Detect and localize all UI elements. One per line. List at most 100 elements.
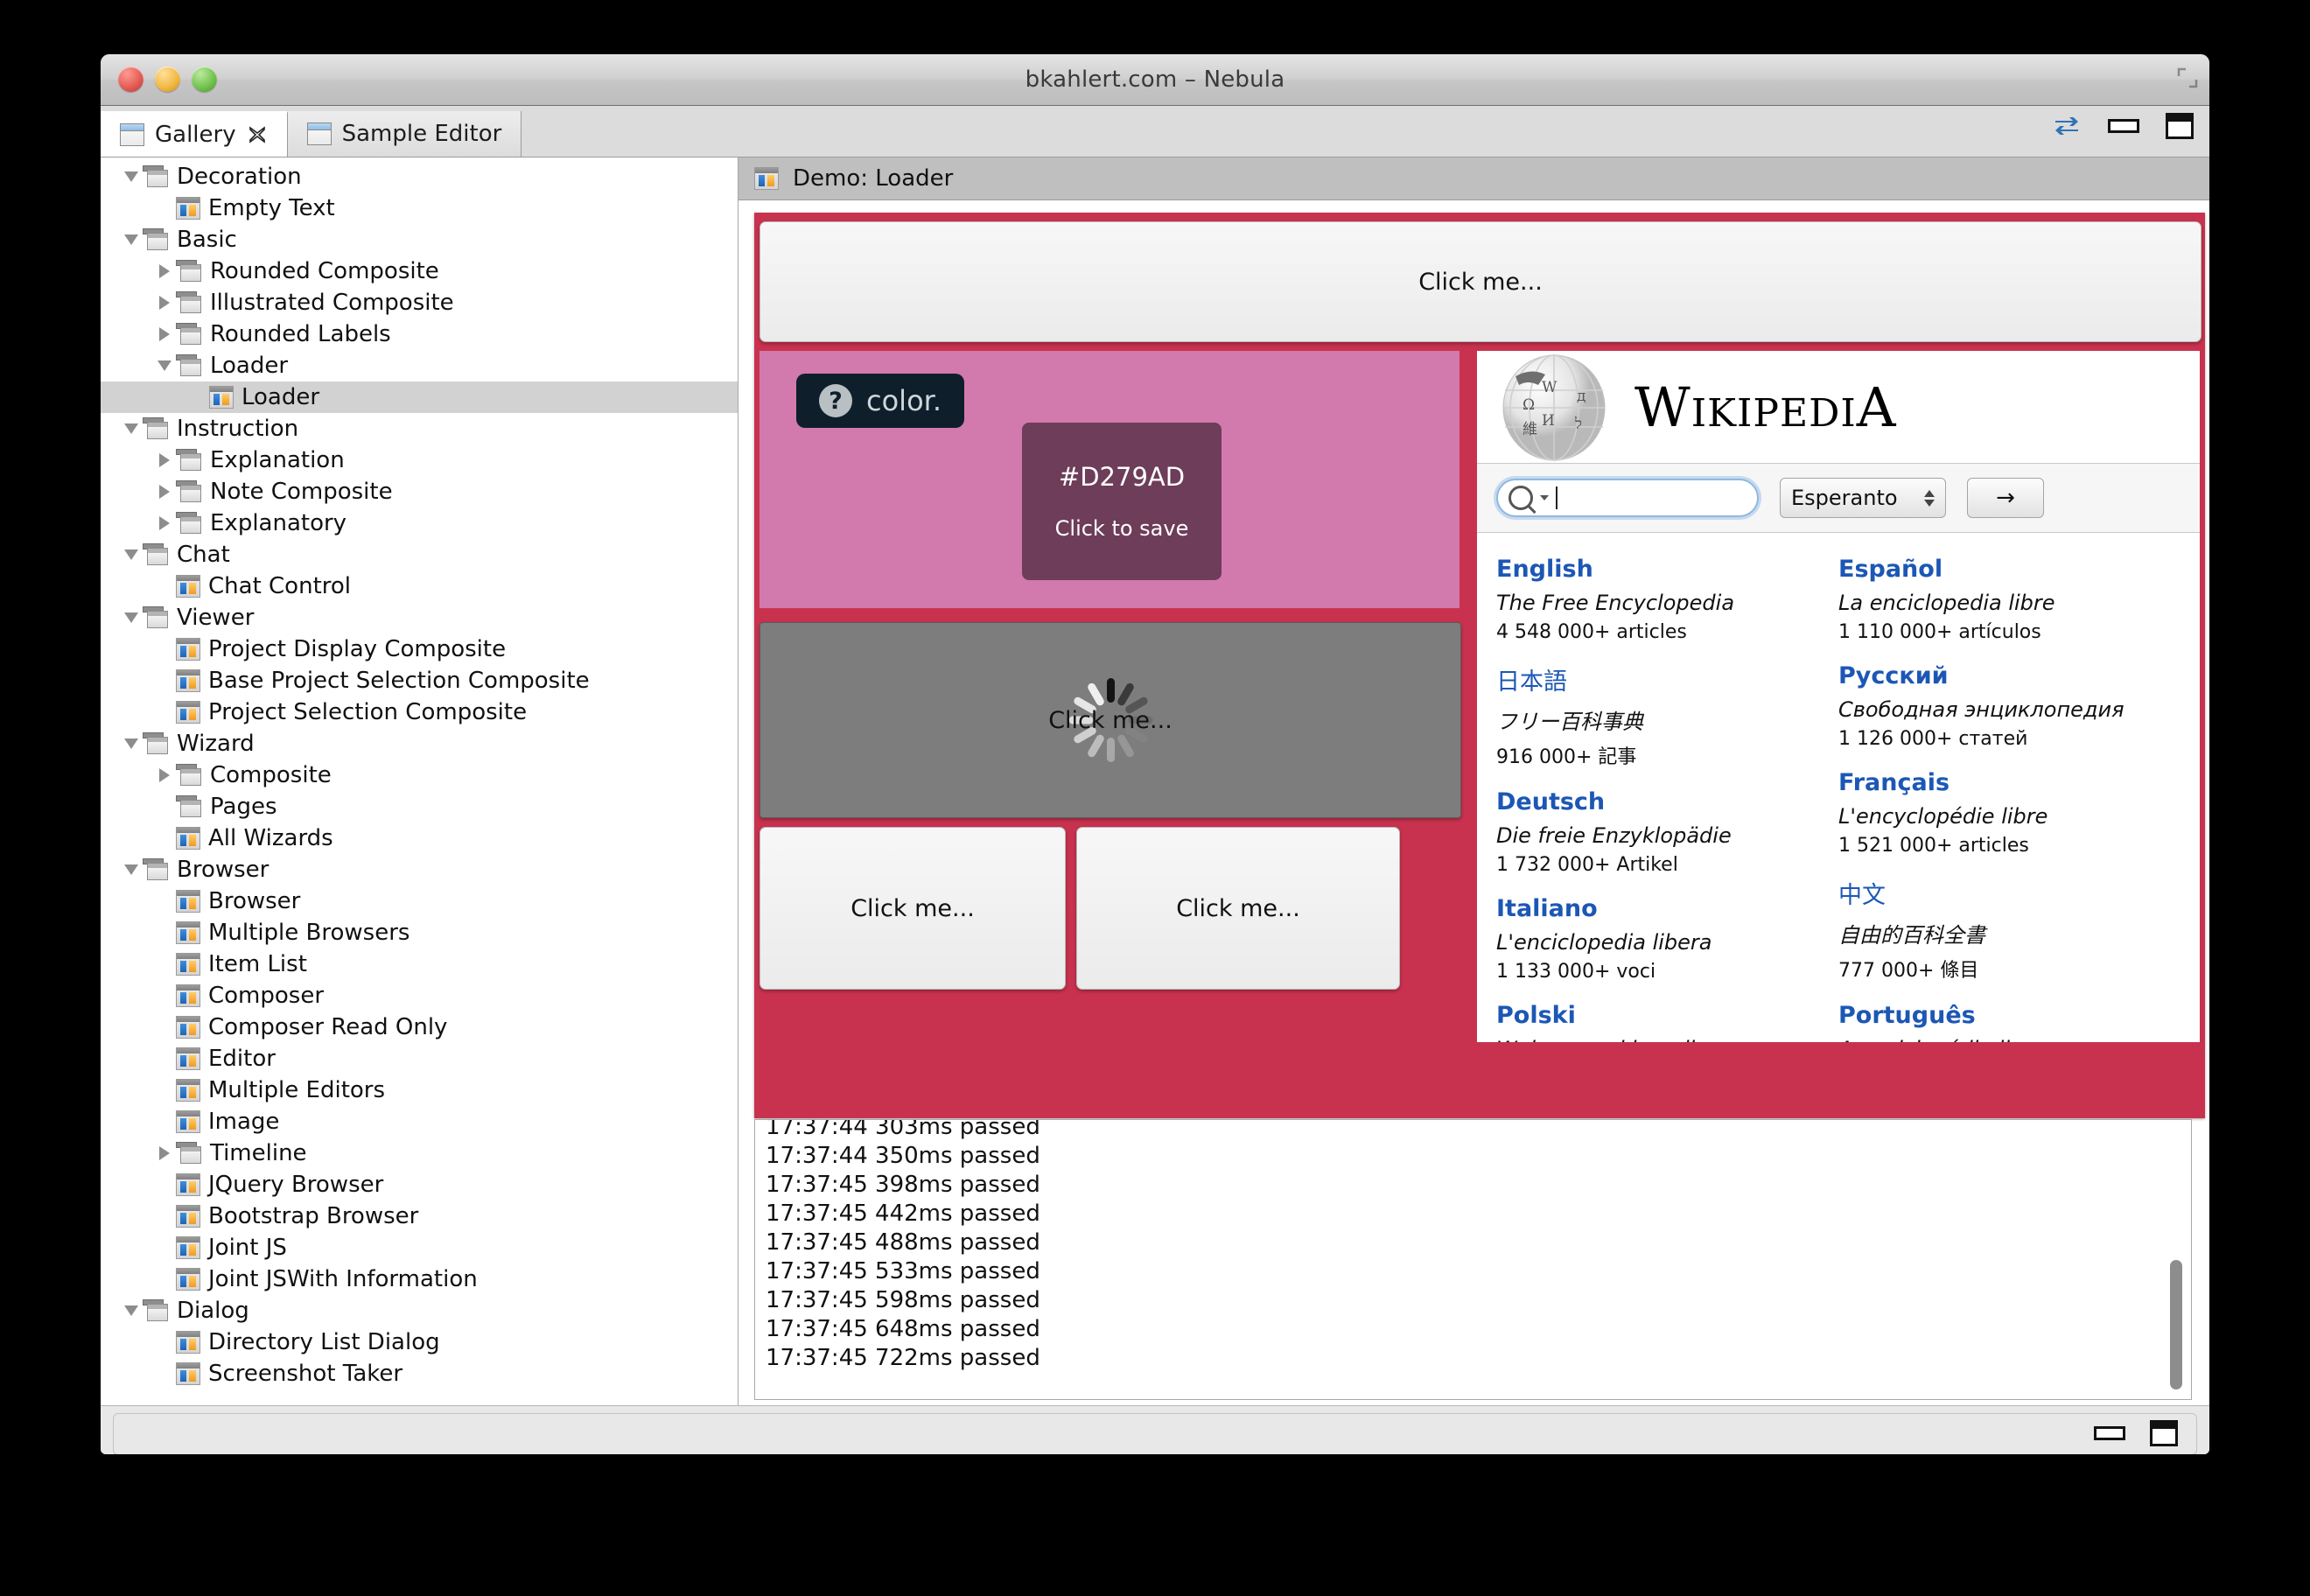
tree-item-instruction[interactable]: Instruction [101,413,738,444]
tree-item-all-wizards[interactable]: All Wizards [101,822,738,854]
language-name-link[interactable]: Español [1838,556,2180,583]
sync-arrows-icon[interactable] [2052,113,2082,139]
tree-item-dialog[interactable]: Dialog [101,1295,738,1326]
tree-item-joint-js[interactable]: Joint JS [101,1232,738,1264]
twisty-collapsed-icon[interactable] [153,449,176,472]
tree-item-browser[interactable]: Browser [101,886,738,917]
tree-item-directory-list-dialog[interactable]: Directory List Dialog [101,1326,738,1358]
tree-item-project-selection-composite[interactable]: Project Selection Composite [101,696,738,728]
click-me-button-top[interactable]: Click me... [760,221,2202,342]
loader-button[interactable]: Click me... [760,622,1461,818]
resize-handle-icon[interactable] [2176,66,2199,89]
color-panel[interactable]: ? color. #D279AD Click to save [760,351,1460,608]
language-name-link[interactable]: 中文 [1838,876,2180,910]
twisty-expanded-icon[interactable] [120,228,143,251]
language-name-link[interactable]: Русский [1838,662,2180,690]
twisty-collapsed-icon[interactable] [153,512,176,535]
chevron-down-icon[interactable] [1540,495,1549,500]
language-entry[interactable]: FrançaisL'encyclopédie libre1 521 000+ a… [1838,769,2180,857]
twisty-collapsed-icon[interactable] [153,480,176,503]
minimize-icon[interactable] [2094,1426,2125,1440]
wikipedia-browser[interactable]: WΩ И維 дל WIKIPEDIA [1477,351,2200,1042]
language-name-link[interactable]: 日本語 [1496,662,1838,696]
twisty-collapsed-icon[interactable] [153,764,176,787]
click-me-button-left[interactable]: Click me... [760,827,1066,990]
tree-item-browser[interactable]: Browser [101,854,738,886]
language-name-link[interactable]: Italiano [1496,895,1838,922]
tree-item-basic[interactable]: Basic [101,224,738,256]
tree-item-chat[interactable]: Chat [101,539,738,570]
tree-item-jquery-browser[interactable]: JQuery Browser [101,1169,738,1200]
tree-item-bootstrap-browser[interactable]: Bootstrap Browser [101,1200,738,1232]
language-name-link[interactable]: Deutsch [1496,788,1838,816]
twisty-expanded-icon[interactable] [120,165,143,188]
tree-item-wizard[interactable]: Wizard [101,728,738,760]
gallery-tree-pane[interactable]: DecorationEmpty TextBasicRounded Composi… [101,158,738,1405]
twisty-expanded-icon[interactable] [120,417,143,440]
language-name-link[interactable]: English [1496,556,1838,583]
twisty-expanded-icon[interactable] [120,543,143,566]
tree-item-decoration[interactable]: Decoration [101,161,738,192]
tree-item-project-display-composite[interactable]: Project Display Composite [101,634,738,665]
tree-item-multiple-editors[interactable]: Multiple Editors [101,1074,738,1106]
language-entry[interactable]: DeutschDie freie Enzyklopädie1 732 000+ … [1496,788,1838,876]
language-name-link[interactable]: Português [1838,1002,2180,1029]
language-entry[interactable]: 日本語フリー百科事典916 000+ 記事 [1496,662,1838,769]
language-entry[interactable]: ItalianoL'enciclopedia libera1 133 000+ … [1496,895,1838,983]
twisty-expanded-icon[interactable] [120,606,143,629]
tree-item-rounded-composite[interactable]: Rounded Composite [101,256,738,287]
tree-item-illustrated-composite[interactable]: Illustrated Composite [101,287,738,318]
stepper-icon[interactable] [1924,490,1935,507]
tab-gallery[interactable]: Gallery [101,111,288,157]
language-name-link[interactable]: Français [1838,769,2180,796]
click-me-button-right[interactable]: Click me... [1076,827,1400,990]
maximize-icon[interactable] [2166,113,2194,139]
language-entry[interactable]: PortuguêsA enciclopédia livre900 000+ ar… [1838,1002,2180,1042]
twisty-collapsed-icon[interactable] [153,1142,176,1165]
twisty-expanded-icon[interactable] [120,858,143,881]
tree-item-composer[interactable]: Composer [101,980,738,1012]
search-go-button[interactable]: → [1967,478,2044,518]
tree-item-note-composite[interactable]: Note Composite [101,476,738,508]
twisty-collapsed-icon[interactable] [153,260,176,283]
twisty-collapsed-icon[interactable] [153,291,176,314]
tree-item-multiple-browsers[interactable]: Multiple Browsers [101,917,738,948]
close-icon[interactable] [247,124,268,145]
tree-item-loader[interactable]: Loader [101,382,738,413]
tree-item-chat-control[interactable]: Chat Control [101,570,738,602]
tree-item-joint-jswith-information[interactable]: Joint JSWith Information [101,1264,738,1295]
tree-item-explanatory[interactable]: Explanatory [101,508,738,539]
tree-item-explanation[interactable]: Explanation [101,444,738,476]
language-name-link[interactable]: Polski [1496,1002,1838,1029]
tree-item-rounded-labels[interactable]: Rounded Labels [101,318,738,350]
tab-sample-editor[interactable]: Sample Editor [288,111,522,157]
tree-item-viewer[interactable]: Viewer [101,602,738,634]
minimize-icon[interactable] [2108,119,2139,133]
tree-item-editor[interactable]: Editor [101,1043,738,1074]
log-scrollbar-thumb[interactable] [2170,1260,2182,1390]
search-input[interactable] [1496,479,1759,517]
tree-item-timeline[interactable]: Timeline [101,1138,738,1169]
tree-item-base-project-selection-composite[interactable]: Base Project Selection Composite [101,665,738,696]
tree-item-item-list[interactable]: Item List [101,948,738,980]
color-swatch-button[interactable]: #D279AD Click to save [1022,423,1222,580]
twisty-collapsed-icon[interactable] [153,323,176,346]
twisty-expanded-icon[interactable] [153,354,176,377]
language-entry[interactable]: EnglishThe Free Encyclopedia4 548 000+ a… [1496,556,1838,643]
tree-item-composer-read-only[interactable]: Composer Read Only [101,1012,738,1043]
language-entry[interactable]: РусскийСвободная энциклопедия1 126 000+ … [1838,662,2180,750]
tree-item-loader[interactable]: Loader [101,350,738,382]
tree-item-image[interactable]: Image [101,1106,738,1138]
tree-item-pages[interactable]: Pages [101,791,738,822]
tree-item-composite[interactable]: Composite [101,760,738,791]
tree-item-empty-text[interactable]: Empty Text [101,192,738,224]
language-entry[interactable]: EspañolLa enciclopedia libre1 110 000+ a… [1838,556,2180,643]
tree-item-screenshot-taker[interactable]: Screenshot Taker [101,1358,738,1390]
twisty-expanded-icon[interactable] [120,732,143,755]
twisty-expanded-icon[interactable] [120,1299,143,1322]
language-entry[interactable]: PolskiWolna encyklopedia1 250 000+ haseł [1496,1002,1838,1042]
maximize-icon[interactable] [2150,1420,2178,1446]
language-select[interactable]: Esperanto [1780,478,1946,518]
log-pane[interactable]: 17:37:44 303ms passed17:37:44 350ms pass… [754,1119,2192,1400]
gallery-tree[interactable]: DecorationEmpty TextBasicRounded Composi… [101,158,738,1390]
